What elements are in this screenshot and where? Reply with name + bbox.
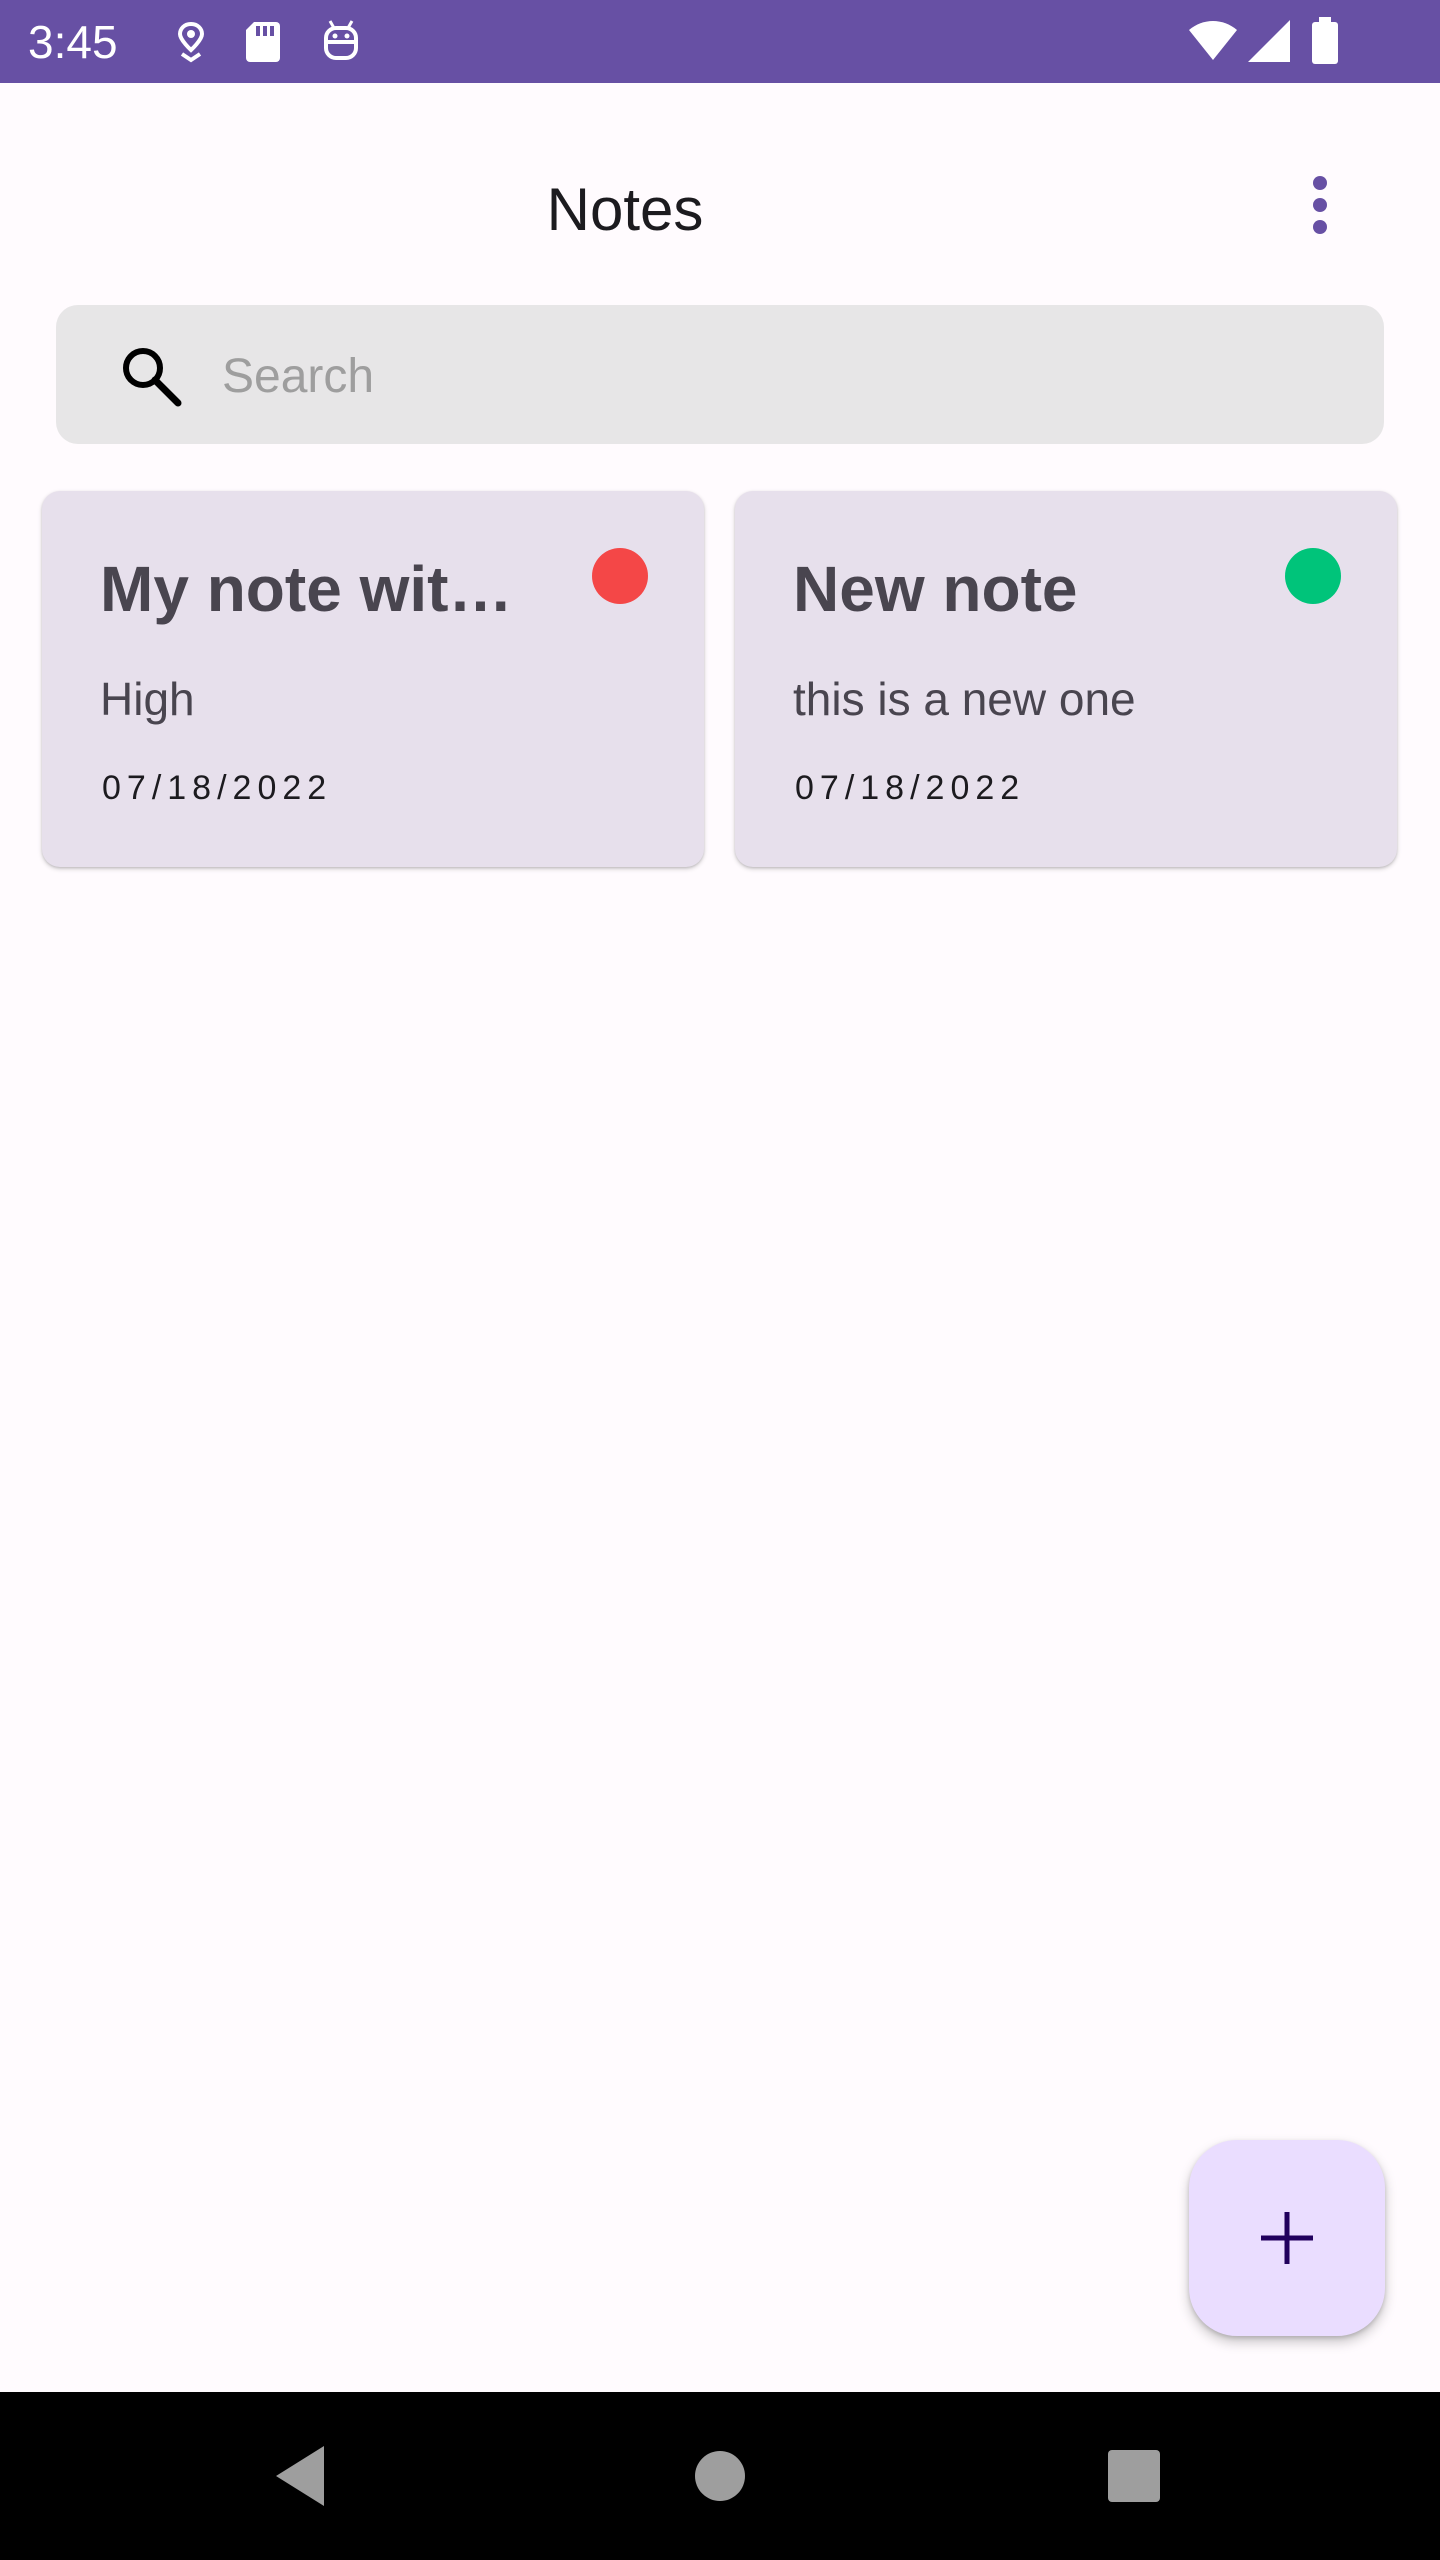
robot-icon — [318, 18, 364, 64]
home-icon — [695, 2451, 745, 2501]
cell-signal-icon — [1246, 18, 1292, 64]
note-card[interactable]: New note this is a new one 07/18/2022 — [735, 491, 1397, 867]
note-title: My note wit… — [100, 553, 513, 625]
note-body: High — [100, 673, 195, 725]
wifi-icon — [1188, 16, 1238, 66]
more-vert-icon — [1313, 176, 1327, 234]
add-note-button[interactable] — [1189, 2140, 1385, 2336]
priority-indicator — [1285, 548, 1341, 604]
sd-card-icon — [240, 18, 286, 64]
add-icon — [1261, 2212, 1313, 2264]
back-icon — [276, 2446, 324, 2506]
nav-home-button[interactable] — [684, 2440, 756, 2512]
note-title: New note — [793, 553, 1078, 625]
status-bar: 3:45 — [0, 0, 1440, 83]
status-time: 3:45 — [28, 16, 118, 68]
note-date: 07/18/2022 — [795, 769, 1026, 807]
priority-indicator — [592, 548, 648, 604]
note-date: 07/18/2022 — [102, 769, 333, 807]
more-options-button[interactable] — [1280, 165, 1360, 245]
battery-icon — [1310, 16, 1340, 66]
location-drop-icon — [168, 18, 214, 64]
nav-recents-button[interactable] — [1098, 2440, 1170, 2512]
note-card[interactable]: My note wit… High 07/18/2022 — [42, 491, 704, 867]
page-title: Notes — [546, 176, 704, 243]
notes-screen: 3:45 Notes Search My note wit… High 07/1… — [0, 0, 1440, 2560]
note-body: this is a new one — [793, 673, 1136, 725]
search-icon — [118, 343, 184, 409]
search-input[interactable] — [220, 330, 1344, 422]
recents-icon — [1108, 2450, 1160, 2502]
nav-back-button[interactable] — [266, 2440, 338, 2512]
